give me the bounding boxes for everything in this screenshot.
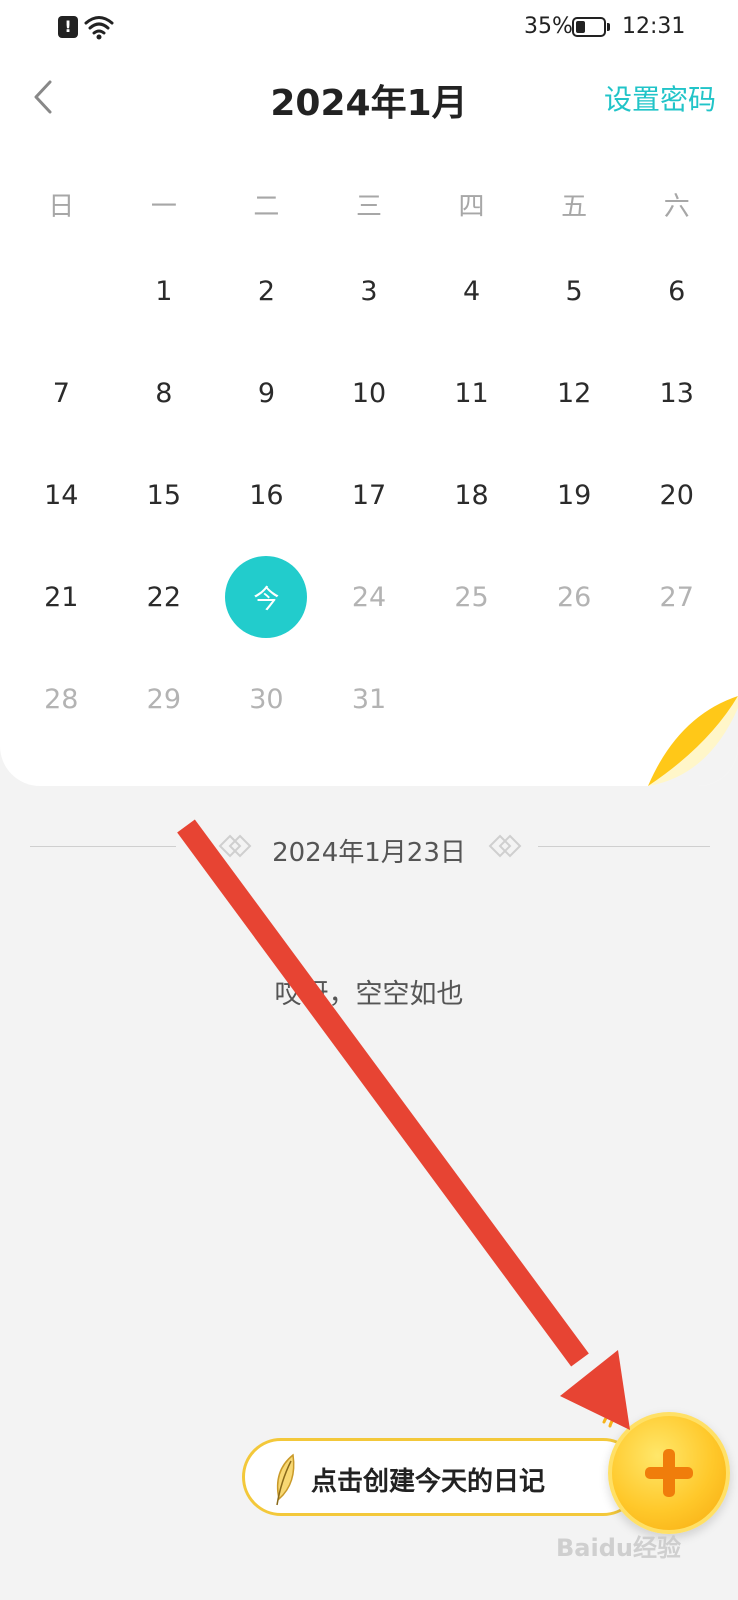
weekday-label: 二: [253, 192, 280, 222]
calendar-day[interactable]: 26: [523, 546, 626, 648]
calendar-day[interactable]: 2: [215, 240, 318, 342]
calendar-day[interactable]: 5: [523, 240, 626, 342]
calendar-day[interactable]: 25: [420, 546, 523, 648]
calendar-day[interactable]: 9: [215, 342, 318, 444]
calendar-day[interactable]: 14: [10, 444, 113, 546]
feather-icon: [276, 1453, 295, 1506]
create-diary-label: 点击创建今天的日记: [311, 1467, 546, 1497]
calendar-day[interactable]: 22: [113, 546, 216, 648]
selected-date-label: 2024年1月23日: [272, 838, 466, 868]
calendar-day[interactable]: 8: [113, 342, 216, 444]
status-bar: ! 35% 12:31: [0, 0, 738, 56]
weekday-label: 六: [663, 192, 690, 222]
weekday-label: 三: [355, 192, 382, 222]
set-password-button[interactable]: 设置密码: [604, 78, 716, 118]
calendar-day[interactable]: 17: [318, 444, 421, 546]
calendar-day[interactable]: 19: [523, 444, 626, 546]
signal-waves-icon: [602, 1408, 622, 1428]
calendar-day[interactable]: 1: [113, 240, 216, 342]
calendar-card: ! 35% 12:31 2024年1月 设置密码 日一二三四五六 1234567…: [0, 0, 738, 786]
status-time: 12:31: [622, 14, 686, 39]
diamond-ornament-icon: [488, 834, 522, 858]
page-curl-icon: [648, 696, 738, 786]
calendar-day[interactable]: 15: [113, 444, 216, 546]
calendar-day[interactable]: 3: [318, 240, 421, 342]
calendar-day-today[interactable]: 今: [215, 546, 318, 648]
battery-level: [576, 21, 585, 33]
calendar-day[interactable]: 18: [420, 444, 523, 546]
watermark: Baidu经验: [556, 1534, 681, 1562]
calendar-day[interactable]: 10: [318, 342, 421, 444]
battery-percent: 35%: [524, 14, 573, 39]
create-diary-button[interactable]: 点击创建今天的日记: [242, 1438, 642, 1516]
calendar-day[interactable]: 28: [10, 648, 113, 750]
weekday-label: 五: [561, 192, 588, 222]
calendar-day[interactable]: 27: [625, 546, 728, 648]
divider-right: [538, 846, 710, 847]
calendar-day[interactable]: 13: [625, 342, 728, 444]
battery-cap: [607, 23, 610, 31]
calendar-day[interactable]: 21: [10, 546, 113, 648]
wifi-icon: [84, 16, 114, 40]
calendar-day[interactable]: 12: [523, 342, 626, 444]
calendar-day[interactable]: 30: [215, 648, 318, 750]
empty-cell: [523, 648, 626, 750]
empty-cell: [420, 648, 523, 750]
weekday-label: 一: [150, 192, 177, 222]
calendar-day[interactable]: 16: [215, 444, 318, 546]
weekday-label: 日: [48, 192, 75, 222]
plus-icon: [645, 1449, 693, 1497]
battery-icon: [572, 17, 606, 37]
calendar-day[interactable]: 7: [10, 342, 113, 444]
empty-cell: [10, 240, 113, 342]
calendar-day[interactable]: 24: [318, 546, 421, 648]
calendar-day[interactable]: 6: [625, 240, 728, 342]
calendar-grid: 1 2 3 4 5 6 7 8 9 10 11 12 13 14 15 16 17 18 19 20 21 22 今 24 25…: [10, 240, 728, 750]
calendar-day[interactable]: 31: [318, 648, 421, 750]
calendar-day[interactable]: 20: [625, 444, 728, 546]
calendar-day[interactable]: 29: [113, 648, 216, 750]
weekday-label: 四: [458, 192, 485, 222]
calendar-day[interactable]: 11: [420, 342, 523, 444]
calendar-day[interactable]: 4: [420, 240, 523, 342]
weekday-header: 日一二三四五六: [10, 186, 728, 223]
empty-state-message: 哎呀，空空如也: [274, 979, 464, 1010]
today-marker: 今: [225, 556, 308, 638]
alert-icon: !: [58, 16, 78, 38]
add-diary-fab[interactable]: [608, 1412, 730, 1534]
